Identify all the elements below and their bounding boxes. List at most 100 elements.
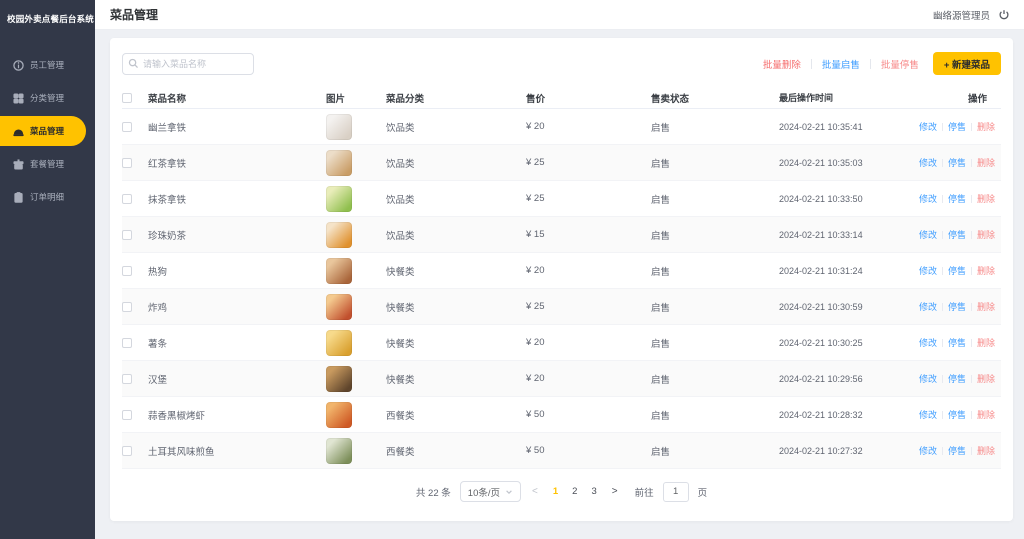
chevron-down-icon — [505, 488, 513, 496]
dish-price: ¥ 50 — [526, 445, 651, 456]
row-checkbox[interactable] — [122, 194, 132, 204]
stop-sale-link[interactable]: 停售 — [948, 264, 966, 277]
divider — [942, 231, 943, 239]
goto-page-input[interactable] — [663, 482, 689, 502]
delete-link[interactable]: 删除 — [977, 444, 995, 457]
page-number-1[interactable]: 1 — [549, 486, 562, 497]
row-checkbox[interactable] — [122, 410, 132, 420]
column-header-image: 图片 — [308, 91, 386, 105]
dish-name: 薯条 — [148, 336, 308, 350]
table-row: 红茶拿铁 饮品类 ¥ 25 启售 2024-02-21 10:35:03 修改 … — [122, 145, 1001, 181]
table-row: 蒜香黑椒烤虾 西餐类 ¥ 50 启售 2024-02-21 10:28:32 修… — [122, 397, 1001, 433]
sidebar-item-categories[interactable]: 分类管理 — [0, 83, 95, 113]
divider — [971, 231, 972, 239]
table-header: 菜品名称 图片 菜品分类 售价 售卖状态 最后操作时间 操作 — [122, 87, 1001, 109]
page-size-value: 10条/页 — [468, 485, 500, 499]
stop-sale-link[interactable]: 停售 — [948, 228, 966, 241]
delete-link[interactable]: 删除 — [977, 264, 995, 277]
clipboard-icon — [13, 192, 24, 203]
divider — [942, 375, 943, 383]
page-size-select[interactable]: 10条/页 — [460, 481, 521, 502]
edit-link[interactable]: 修改 — [919, 264, 937, 277]
page-number-3[interactable]: 3 — [587, 486, 600, 497]
edit-link[interactable]: 修改 — [919, 336, 937, 349]
sidebar-item-combos[interactable]: 套餐管理 — [0, 149, 95, 179]
dish-status: 启售 — [651, 228, 779, 242]
page-number-2[interactable]: 2 — [568, 486, 581, 497]
sidebar-item-employees[interactable]: 员工管理 — [0, 50, 95, 80]
stop-sale-link[interactable]: 停售 — [948, 120, 966, 133]
edit-link[interactable]: 修改 — [919, 444, 937, 457]
dish-image — [326, 402, 352, 428]
delete-link[interactable]: 删除 — [977, 228, 995, 241]
dish-updated-time: 2024-02-21 10:33:14 — [779, 230, 919, 240]
edit-link[interactable]: 修改 — [919, 300, 937, 313]
stop-sale-link[interactable]: 停售 — [948, 156, 966, 169]
divider — [971, 375, 972, 383]
new-dish-button[interactable]: + 新建菜品 — [933, 52, 1001, 75]
edit-link[interactable]: 修改 — [919, 408, 937, 421]
delete-link[interactable]: 删除 — [977, 300, 995, 313]
delete-link[interactable]: 删除 — [977, 120, 995, 133]
divider — [942, 267, 943, 275]
sidebar-item-orders[interactable]: 订单明细 — [0, 182, 95, 212]
dish-name: 抹茶拿铁 — [148, 192, 308, 206]
batch-enable-button[interactable]: 批量启售 — [822, 57, 860, 71]
delete-link[interactable]: 删除 — [977, 336, 995, 349]
edit-link[interactable]: 修改 — [919, 228, 937, 241]
dish-image — [326, 150, 352, 176]
edit-link[interactable]: 修改 — [919, 156, 937, 169]
dish-updated-time: 2024-02-21 10:31:24 — [779, 266, 919, 276]
row-checkbox[interactable] — [122, 158, 132, 168]
stop-sale-link[interactable]: 停售 — [948, 444, 966, 457]
edit-link[interactable]: 修改 — [919, 372, 937, 385]
delete-link[interactable]: 删除 — [977, 408, 995, 421]
row-checkbox[interactable] — [122, 122, 132, 132]
edit-link[interactable]: 修改 — [919, 120, 937, 133]
dish-status: 启售 — [651, 192, 779, 206]
column-header-price: 售价 — [526, 91, 651, 105]
batch-delete-button[interactable]: 批量删除 — [763, 57, 801, 71]
row-checkbox[interactable] — [122, 266, 132, 276]
dish-image — [326, 366, 352, 392]
delete-link[interactable]: 删除 — [977, 156, 995, 169]
logout-power-icon[interactable] — [998, 9, 1010, 21]
row-checkbox[interactable] — [122, 338, 132, 348]
column-header-actions: 操作 — [919, 91, 1001, 105]
dish-category: 饮品类 — [386, 192, 526, 206]
next-page-button[interactable]: > — [610, 486, 620, 497]
table-row: 珍珠奶茶 饮品类 ¥ 15 启售 2024-02-21 10:33:14 修改 … — [122, 217, 1001, 253]
dish-image — [326, 222, 352, 248]
divider — [811, 59, 812, 69]
divider — [870, 59, 871, 69]
edit-link[interactable]: 修改 — [919, 192, 937, 205]
delete-link[interactable]: 删除 — [977, 372, 995, 385]
stop-sale-link[interactable]: 停售 — [948, 192, 966, 205]
row-checkbox[interactable] — [122, 302, 132, 312]
goto-label: 前往 — [635, 485, 654, 499]
select-all-checkbox[interactable] — [122, 93, 132, 103]
sidebar-item-label: 套餐管理 — [30, 158, 64, 170]
stop-sale-link[interactable]: 停售 — [948, 408, 966, 421]
sidebar-item-dishes[interactable]: 菜品管理 — [0, 116, 86, 146]
dish-price: ¥ 20 — [526, 373, 651, 384]
prev-page-button[interactable]: < — [530, 486, 540, 497]
dish-status: 启售 — [651, 120, 779, 134]
table-row: 薯条 快餐类 ¥ 20 启售 2024-02-21 10:30:25 修改 停售… — [122, 325, 1001, 361]
batch-disable-button[interactable]: 批量停售 — [881, 57, 919, 71]
dish-category: 快餐类 — [386, 264, 526, 278]
dish-status: 启售 — [651, 444, 779, 458]
stop-sale-link[interactable]: 停售 — [948, 372, 966, 385]
delete-link[interactable]: 删除 — [977, 192, 995, 205]
table-row: 抹茶拿铁 饮品类 ¥ 25 启售 2024-02-21 10:33:50 修改 … — [122, 181, 1001, 217]
stop-sale-link[interactable]: 停售 — [948, 300, 966, 313]
row-checkbox[interactable] — [122, 446, 132, 456]
gift-icon — [13, 159, 24, 170]
stop-sale-link[interactable]: 停售 — [948, 336, 966, 349]
dish-price: ¥ 20 — [526, 121, 651, 132]
row-checkbox[interactable] — [122, 374, 132, 384]
main-area: 菜品管理 幽络源管理员 批量删除 批量启售 — [95, 0, 1024, 539]
dish-updated-time: 2024-02-21 10:28:32 — [779, 410, 919, 420]
search-input[interactable] — [122, 53, 254, 75]
row-checkbox[interactable] — [122, 230, 132, 240]
